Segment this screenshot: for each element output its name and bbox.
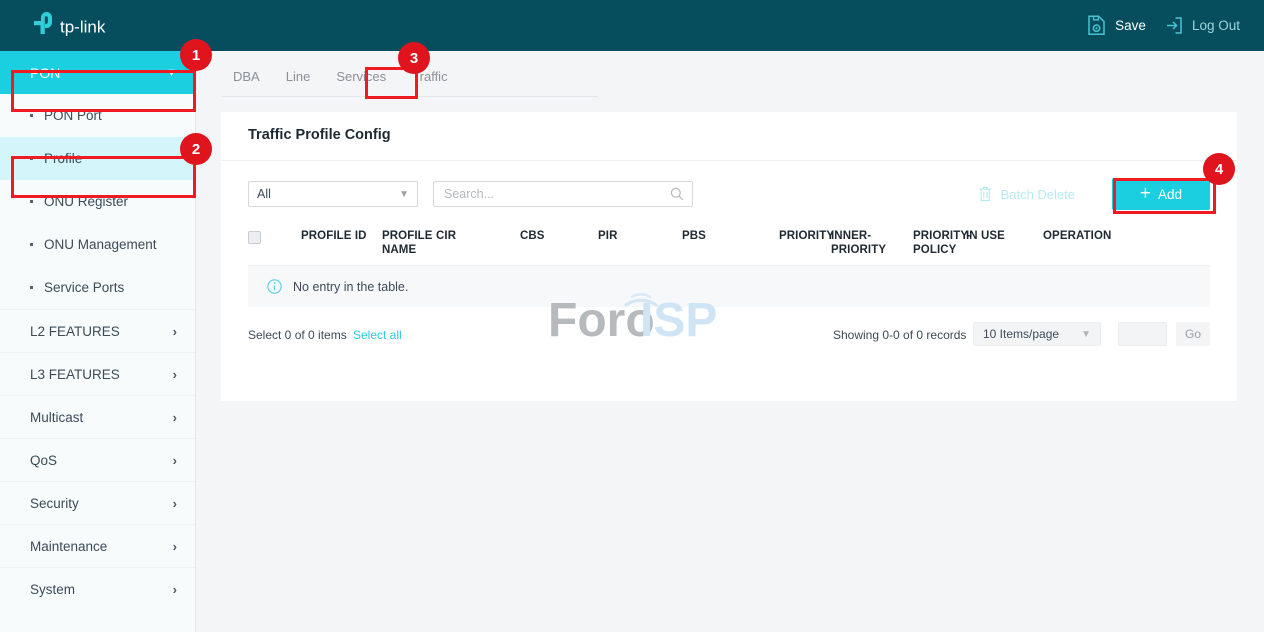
bullet-icon: [30, 243, 33, 246]
sidebar-item-profile-label: Profile: [44, 151, 82, 166]
sidebar-item-pon-port[interactable]: PON Port: [0, 94, 195, 137]
select-count-label: Select 0 of 0 items: [248, 328, 347, 342]
bullet-icon: [30, 286, 33, 289]
panel-divider: [221, 160, 1237, 161]
tp-link-logo[interactable]: tp-link: [30, 12, 126, 40]
top-header-bar: tp-link Save Log Out: [0, 0, 1264, 51]
sidebar-item-maintenance-label: Maintenance: [30, 539, 107, 554]
column-pbs[interactable]: PBS: [682, 229, 779, 243]
page-number-input[interactable]: [1118, 322, 1167, 346]
add-button[interactable]: + Add: [1112, 178, 1210, 210]
sidebar-item-pon[interactable]: PON ▼: [0, 51, 195, 94]
chevron-right-icon: ›: [173, 367, 177, 382]
search-box[interactable]: [433, 181, 693, 207]
select-all-link[interactable]: Select all: [353, 328, 402, 342]
sidebar-item-onu-management[interactable]: ONU Management: [0, 223, 195, 266]
chevron-right-icon: ›: [173, 453, 177, 468]
chevron-right-icon: ›: [173, 324, 177, 339]
column-in-use[interactable]: IN USE: [966, 229, 1043, 243]
filter-select[interactable]: All ▼: [248, 181, 418, 207]
tab-line[interactable]: Line: [273, 68, 324, 93]
sidebar-item-service-ports-label: Service Ports: [44, 280, 124, 295]
sidebar-item-l2-features[interactable]: L2 FEATURES ›: [0, 309, 195, 352]
document-gear-icon: [1087, 15, 1106, 36]
column-cir[interactable]: CIR: [436, 229, 520, 243]
chevron-right-icon: ›: [173, 496, 177, 511]
sidebar-item-system-label: System: [30, 582, 75, 597]
go-button[interactable]: Go: [1176, 322, 1210, 346]
chevron-down-icon: ▼: [166, 67, 177, 79]
column-inner-priority[interactable]: INNER-PRIORITY: [831, 229, 913, 257]
plus-icon: +: [1140, 184, 1151, 203]
showing-records-label: Showing 0-0 of 0 records: [833, 328, 966, 342]
profile-table: PROFILE ID PROFILE NAME CIR CBS PIR PBS …: [248, 225, 1210, 307]
page-title: Traffic Profile Config: [248, 127, 391, 143]
sidebar-item-multicast-label: Multicast: [30, 410, 83, 425]
sidebar-item-onu-register[interactable]: ONU Register: [0, 180, 195, 223]
tab-dba[interactable]: DBA: [221, 68, 273, 93]
sidebar-item-pon-label: PON: [30, 65, 60, 81]
chevron-right-icon: ›: [173, 582, 177, 597]
page-size-value: 10 Items/page: [983, 327, 1059, 341]
sidebar-item-l3-features-label: L3 FEATURES: [30, 367, 120, 382]
svg-text:tp-link: tp-link: [60, 17, 106, 36]
chevron-down-icon: ▼: [399, 189, 409, 200]
table-empty-row: No entry in the table.: [248, 266, 1210, 307]
tab-traffic[interactable]: Traffic: [399, 68, 460, 93]
add-button-label: Add: [1158, 187, 1182, 202]
search-icon[interactable]: [670, 187, 684, 201]
sidebar-item-l2-features-label: L2 FEATURES: [30, 324, 120, 339]
filter-select-value: All: [257, 187, 271, 201]
sidebar-item-qos[interactable]: QoS ›: [0, 438, 195, 481]
sidebar-navigation: PON ▼ PON Port Profile ONU Register ONU …: [0, 51, 196, 632]
tab-services[interactable]: Services: [323, 68, 399, 93]
select-all-checkbox[interactable]: [248, 231, 261, 244]
save-label: Save: [1115, 18, 1146, 33]
column-operation[interactable]: OPERATION: [1043, 229, 1111, 243]
sidebar-item-security[interactable]: Security ›: [0, 481, 195, 524]
select-all-checkbox-cell: [248, 229, 301, 244]
table-toolbar: All ▼ Batch Delete + Add: [248, 181, 1210, 207]
header-actions: Save Log Out: [1087, 15, 1240, 36]
sidebar-item-profile[interactable]: Profile: [0, 137, 195, 180]
search-input[interactable]: [442, 186, 670, 202]
tab-bar: DBA Line Services Traffic: [221, 68, 598, 97]
chevron-right-icon: ›: [173, 539, 177, 554]
tp-link-logo-mark: tp-link: [30, 12, 126, 40]
sidebar-item-multicast[interactable]: Multicast ›: [0, 395, 195, 438]
trash-icon: [978, 186, 993, 202]
column-priority[interactable]: PRIORITY: [779, 229, 831, 243]
column-cbs[interactable]: CBS: [520, 229, 598, 243]
chevron-down-icon: ▼: [1081, 329, 1091, 340]
logout-label: Log Out: [1192, 18, 1240, 33]
logout-button[interactable]: Log Out: [1164, 16, 1240, 35]
chevron-right-icon: ›: [173, 410, 177, 425]
batch-delete-button[interactable]: Batch Delete: [978, 181, 1075, 207]
sidebar-item-l3-features[interactable]: L3 FEATURES ›: [0, 352, 195, 395]
table-header-row: PROFILE ID PROFILE NAME CIR CBS PIR PBS …: [248, 225, 1210, 266]
batch-delete-label: Batch Delete: [1001, 187, 1075, 202]
logout-arrow-icon: [1164, 16, 1183, 35]
sidebar-item-qos-label: QoS: [30, 453, 57, 468]
column-profile-id[interactable]: PROFILE ID: [301, 229, 382, 243]
sidebar-item-security-label: Security: [30, 496, 79, 511]
sidebar-item-onu-management-label: ONU Management: [44, 237, 157, 252]
bullet-icon: [30, 114, 33, 117]
bullet-icon: [30, 200, 33, 203]
column-profile-name[interactable]: PROFILE NAME: [382, 229, 436, 257]
content-panel: Traffic Profile Config All ▼ Batch Delet…: [221, 112, 1237, 401]
table-footer: Select 0 of 0 items Select all Showing 0…: [248, 322, 1210, 358]
save-button[interactable]: Save: [1087, 15, 1146, 36]
table-empty-message: No entry in the table.: [293, 280, 408, 294]
column-priority-policy[interactable]: PRIORITY-POLICY: [913, 229, 966, 257]
sidebar-item-system[interactable]: System ›: [0, 567, 195, 610]
info-icon: [267, 279, 282, 294]
sidebar-item-service-ports[interactable]: Service Ports: [0, 266, 195, 309]
column-pir[interactable]: PIR: [598, 229, 682, 243]
sidebar-item-pon-port-label: PON Port: [44, 108, 102, 123]
sidebar-item-maintenance[interactable]: Maintenance ›: [0, 524, 195, 567]
page-size-select[interactable]: 10 Items/page ▼: [973, 322, 1101, 346]
sidebar-item-onu-register-label: ONU Register: [44, 194, 128, 209]
bullet-icon: [30, 157, 33, 160]
